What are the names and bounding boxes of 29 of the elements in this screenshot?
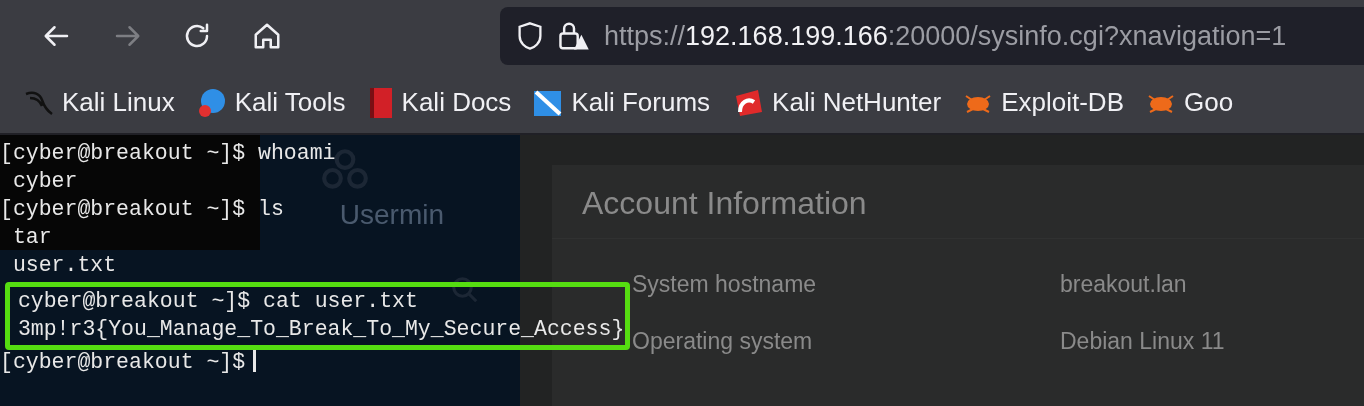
url-text: https://192.168.199.166:20000/sysinfo.cgi?xnavigation=1 (604, 20, 1287, 52)
home-icon (252, 21, 282, 51)
terminal-line: cyber (11, 169, 78, 193)
field-label: System hostname (632, 271, 818, 298)
terminal-line: [cyber@breakout ~]$ ls (0, 197, 284, 221)
book-icon (367, 86, 394, 119)
address-bar[interactable]: https://192.168.199.166:20000/sysinfo.cgi?xnavigation=1 (500, 7, 1364, 65)
field-label: Operating system (632, 328, 814, 355)
terminal-line: 3mp!r3{You_Manage_To_Break_To_My_Secure_Access} (16, 317, 625, 341)
bookmark[interactable]: Kali Tools (196, 87, 346, 118)
lock-warning-icon (558, 20, 590, 52)
globe-icon (196, 87, 227, 118)
terminal-line: [cyber@breakout ~]$ whoami (0, 141, 336, 165)
bookmark[interactable]: Exploit-DB (963, 87, 1124, 118)
terminal-line: cyber@breakout ~]$ cat user.txt (16, 289, 418, 313)
terminal-line: [cyber@breakout ~]$ (0, 350, 246, 374)
bookmark[interactable]: Kali Docs (367, 86, 512, 119)
terminal-line: user.txt (11, 253, 117, 277)
bookmark[interactable]: Goo (1146, 87, 1234, 118)
sidebar-title: Usermin (339, 199, 444, 231)
card-title: Account Information (552, 185, 1364, 239)
field-value: Debian Linux 11 (1060, 328, 1226, 355)
bookmark[interactable]: Kali Linux (24, 87, 175, 118)
bookmark[interactable]: Kali NetHunter (732, 87, 942, 118)
search-icon[interactable] (450, 275, 480, 305)
terminal-line: tar (11, 225, 52, 249)
bookmark[interactable]: Kali Forums (533, 87, 711, 118)
shield-icon (516, 21, 544, 51)
field-value: breakout.lan (1060, 271, 1188, 298)
